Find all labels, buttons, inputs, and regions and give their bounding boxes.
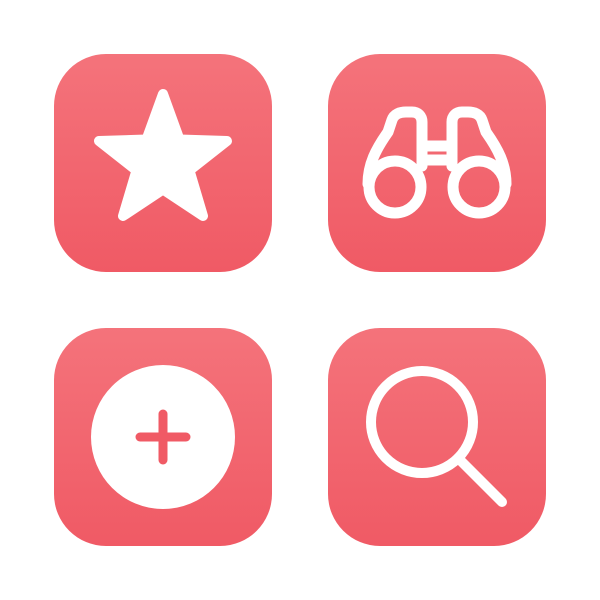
search-icon xyxy=(366,366,507,507)
search-app-tile[interactable] xyxy=(328,328,546,546)
add-app-tile[interactable] xyxy=(54,328,272,546)
star-icon xyxy=(94,89,232,221)
star-app-tile[interactable] xyxy=(54,54,272,272)
add-circle-icon xyxy=(91,365,235,509)
binoculars-icon xyxy=(362,106,512,219)
icon-grid xyxy=(0,0,600,600)
binoculars-app-tile[interactable] xyxy=(328,54,546,272)
